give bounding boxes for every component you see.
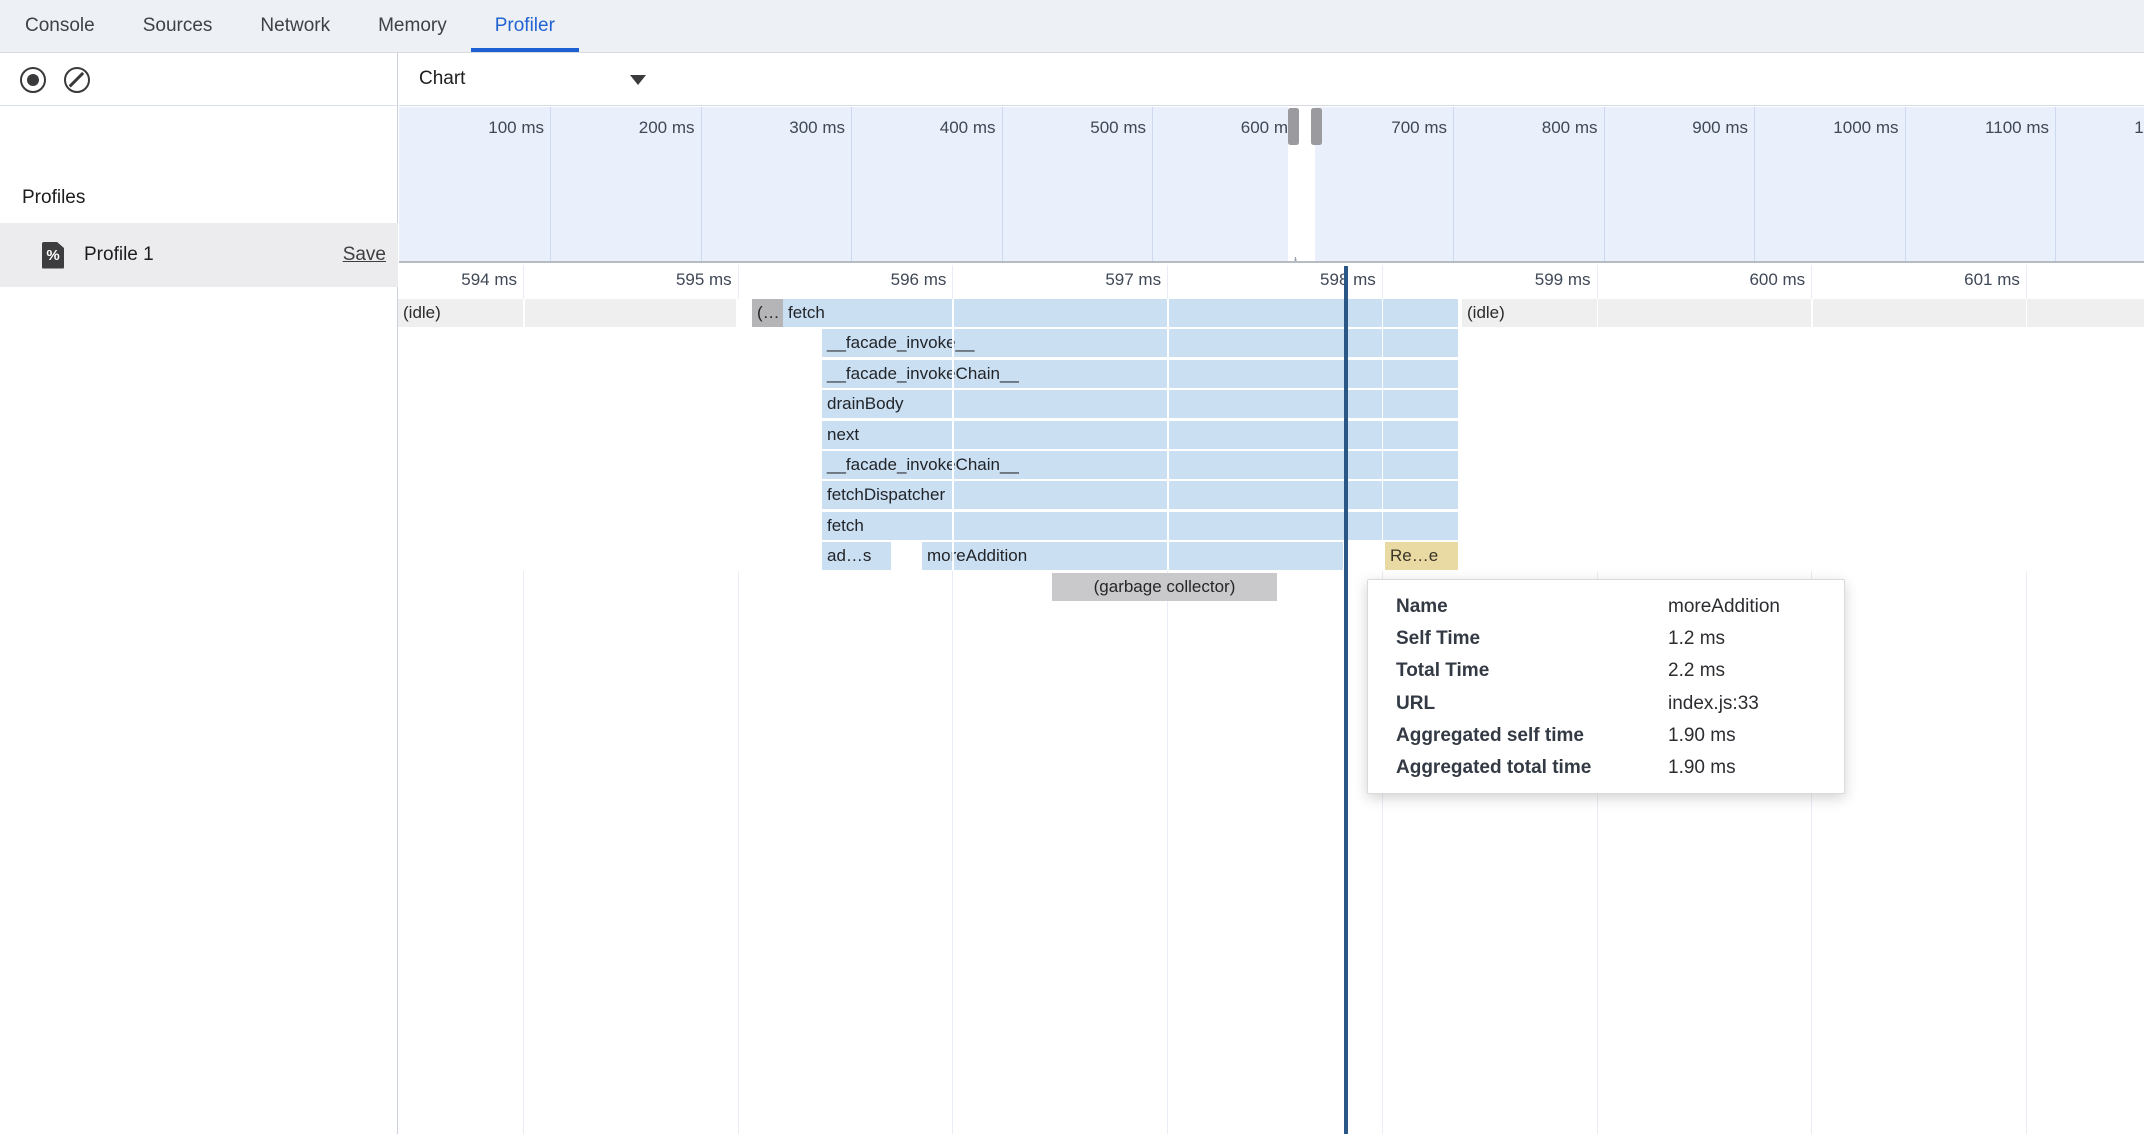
overview-gridline xyxy=(1002,107,1003,261)
flame-block[interactable]: fetch xyxy=(783,299,1458,327)
flame-block[interactable]: next xyxy=(822,421,1458,449)
idle-block[interactable]: (idle) xyxy=(398,299,736,327)
tooltip-row: NamemoreAddition xyxy=(1396,591,1844,623)
devtools-tab-bar: ConsoleSourcesNetworkMemoryProfiler xyxy=(0,0,2144,53)
profiles-heading: Profiles xyxy=(22,187,85,209)
profile-name: Profile 1 xyxy=(84,244,154,266)
bar-separator xyxy=(1167,299,1169,571)
overview-tick-label: 900 ms xyxy=(1692,118,1748,138)
overview-tick-label: 1000 ms xyxy=(1833,118,1898,138)
tooltip-label: Aggregated total time xyxy=(1396,757,1668,779)
overview-tick-label: 100 ms xyxy=(488,118,544,138)
bar-separator xyxy=(1597,299,1599,571)
profiler-toolbar xyxy=(0,53,397,106)
ruler-tick-label: 594 ms xyxy=(461,270,517,290)
ruler-tick-label: 599 ms xyxy=(1535,270,1591,290)
overview-tick-label: 1100 ms xyxy=(1985,118,2049,138)
clear-profiles-button[interactable] xyxy=(64,67,90,93)
tooltip-value: 1.2 ms xyxy=(1668,628,1725,650)
tooltip-row: Aggregated self time1.90 ms xyxy=(1396,720,1844,752)
profile-document-icon: % xyxy=(42,242,64,269)
overview-gridline xyxy=(1754,107,1755,261)
tooltip-row: Aggregated total time1.90 ms xyxy=(1396,752,1844,784)
tab-sources[interactable]: Sources xyxy=(119,0,237,52)
tooltip-value: 2.2 ms xyxy=(1668,660,1725,682)
flame-block[interactable]: fetch xyxy=(822,512,1458,540)
overview-tick-label: 300 ms xyxy=(789,118,845,138)
profile-list-item[interactable]: % Profile 1 Save xyxy=(0,223,398,287)
flamechart-time-ruler: 594 ms595 ms596 ms597 ms598 ms599 ms600 … xyxy=(399,263,2144,299)
bar-separator xyxy=(1811,299,1813,571)
overview-gridline xyxy=(550,107,551,261)
overview-tick-label: 700 ms xyxy=(1391,118,1447,138)
bar-separator xyxy=(952,299,954,571)
tab-network[interactable]: Network xyxy=(236,0,354,52)
record-icon xyxy=(20,67,46,93)
flame-block[interactable]: __facade_invokeChain__ xyxy=(822,360,1458,388)
selection-handle-right[interactable] xyxy=(1311,108,1322,145)
idle-block[interactable]: (idle) xyxy=(1462,299,2144,327)
tooltip-label: Aggregated self time xyxy=(1396,725,1668,747)
overview-tick-label: 500 ms xyxy=(1090,118,1146,138)
overview-gridline xyxy=(1152,107,1153,261)
bar-separator xyxy=(738,299,740,571)
tooltip-label: Name xyxy=(1396,596,1668,618)
bar-separator xyxy=(1382,299,1384,571)
flame-block[interactable]: ad…s xyxy=(822,542,891,570)
tooltip-value: 1.90 ms xyxy=(1668,757,1736,779)
tooltip-label: URL xyxy=(1396,693,1668,715)
tab-memory[interactable]: Memory xyxy=(354,0,471,52)
overview-gridline xyxy=(1604,107,1605,261)
flame-block[interactable]: moreAddition xyxy=(922,542,1343,570)
bar-separator xyxy=(2026,299,2028,571)
tab-profiler[interactable]: Profiler xyxy=(471,0,579,52)
flame-block[interactable]: __facade_invoke__ xyxy=(822,329,1458,357)
overview-tick-label: 800 ms xyxy=(1542,118,1598,138)
tooltip-value: moreAddition xyxy=(1668,596,1780,618)
selection-handle-left[interactable] xyxy=(1288,108,1299,145)
tooltip-value: 1.90 ms xyxy=(1668,725,1736,747)
view-mode-bar: Chart xyxy=(399,53,2144,106)
chart-dropdown[interactable]: Chart xyxy=(419,53,465,105)
flame-block[interactable]: fetchDispatcher xyxy=(822,481,1458,509)
ruler-tick-label: 597 ms xyxy=(1105,270,1161,290)
profiles-sidebar: Profiles CPU PROFILES % Profile 1 Save xyxy=(0,53,398,1134)
flame-block[interactable]: Re…e xyxy=(1385,542,1458,570)
ruler-tick-label: 601 ms xyxy=(1964,270,2020,290)
flame-block[interactable]: __facade_invokeChain__ xyxy=(822,451,1458,479)
flame-block[interactable]: (… xyxy=(752,299,783,327)
timeline-overview[interactable]: 100 ms200 ms300 ms400 ms500 ms600 ms700 … xyxy=(399,107,2144,261)
tooltip-row: Total Time2.2 ms xyxy=(1396,655,1844,687)
flame-block[interactable]: drainBody xyxy=(822,390,1458,418)
frame-details-tooltip: NamemoreAdditionSelf Time1.2 msTotal Tim… xyxy=(1367,579,1845,794)
overview-gridline xyxy=(1905,107,1906,261)
clear-icon xyxy=(64,67,90,93)
overview-gridline xyxy=(851,107,852,261)
bar-separator xyxy=(523,299,525,571)
overview-tick-label: 200 ms xyxy=(639,118,695,138)
overview-gridline xyxy=(1453,107,1454,261)
web-inspector-window: ConsoleSourcesNetworkMemoryProfiler Prof… xyxy=(0,0,2144,1134)
overview-gridline xyxy=(2055,107,2056,261)
dropdown-caret-icon[interactable] xyxy=(630,75,646,85)
overview-gridline xyxy=(701,107,702,261)
record-profile-button[interactable] xyxy=(20,67,46,93)
tooltip-row: URLindex.js:33 xyxy=(1396,688,1844,720)
tooltip-value: index.js:33 xyxy=(1668,693,1759,715)
save-profile-link[interactable]: Save xyxy=(343,244,386,266)
overview-tick-label: 400 ms xyxy=(940,118,996,138)
ruler-tick-label: 600 ms xyxy=(1749,270,1805,290)
ruler-tick-label: 595 ms xyxy=(676,270,732,290)
ruler-tick-label: 596 ms xyxy=(891,270,947,290)
garbage-collector-block[interactable]: (garbage collector) xyxy=(1052,573,1277,601)
overview-tick-label: 1200 ms xyxy=(2134,118,2144,138)
tab-console[interactable]: Console xyxy=(1,0,119,52)
current-time-playhead xyxy=(1344,266,1348,1134)
tooltip-label: Total Time xyxy=(1396,660,1668,682)
tooltip-label: Self Time xyxy=(1396,628,1668,650)
tooltip-row: Self Time1.2 ms xyxy=(1396,623,1844,655)
